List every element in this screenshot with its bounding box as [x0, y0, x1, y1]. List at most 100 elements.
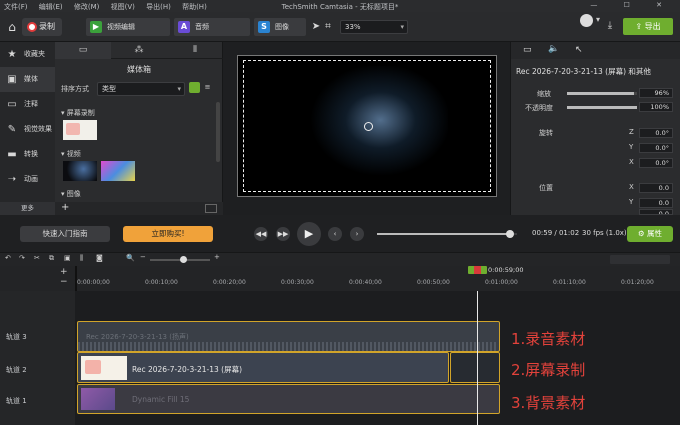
nav-visual-effects[interactable]: ✎ 视觉效果: [0, 117, 55, 142]
visual-props-icon[interactable]: ▭: [523, 45, 532, 55]
opacity-slider[interactable]: [567, 106, 637, 109]
audio-props-icon[interactable]: 🔈: [548, 44, 559, 54]
center-handle-icon[interactable]: [364, 122, 373, 131]
add-media-icon[interactable]: +: [61, 202, 69, 213]
previous-icon[interactable]: ‹: [328, 227, 342, 241]
nav-label: 收藏夹: [24, 50, 45, 58]
thumb-art: [85, 360, 101, 374]
pointer-tool-icon[interactable]: ➤: [310, 21, 322, 33]
preview-canvas: [223, 42, 510, 215]
screen-clip[interactable]: Rec 2026-7-20-3-21-13 (屏幕): [77, 352, 449, 383]
tick-label: 0:00:40;00: [349, 279, 382, 286]
copy-icon[interactable]: ⧉: [49, 254, 54, 263]
quick-start-guide-button[interactable]: 快速入门指南: [20, 226, 110, 242]
audio-clip[interactable]: Rec 2026-7-20-3-21-13 (扬声): [77, 321, 500, 352]
play-button[interactable]: ▶: [297, 222, 321, 246]
track-1-header[interactable]: 轨道 1: [0, 384, 75, 415]
section-image[interactable]: ▾ 图像: [61, 189, 81, 199]
cursor-props-icon[interactable]: ↖: [575, 45, 583, 55]
window-controls[interactable]: — ☐ ✕: [590, 1, 674, 9]
timeline-ruler[interactable]: + − 0:00:00;00 0:00:10;00 0:00:20;00 0:0…: [0, 266, 680, 291]
timeline-zoom-handle[interactable]: [180, 256, 187, 263]
list-view-icon[interactable]: ≡: [202, 82, 213, 93]
nav-label: 视觉效果: [24, 125, 52, 133]
bin-title: 媒体箱: [127, 65, 151, 74]
track-label: 轨道 3: [6, 333, 27, 341]
nav-annotations[interactable]: ▭ 注释: [0, 92, 55, 117]
home-icon[interactable]: ⌂: [5, 20, 19, 34]
nav-media[interactable]: ▣ 媒体: [0, 67, 55, 92]
export-button[interactable]: ⇪ 导出: [623, 18, 673, 35]
nav-favorites[interactable]: ★ 收藏夹: [0, 42, 55, 67]
camera-icon[interactable]: ◙: [96, 254, 103, 262]
grid-size-icon[interactable]: [205, 204, 217, 213]
crop-tool-icon[interactable]: ⌗: [322, 21, 334, 33]
tab-audio[interactable]: A 音频: [174, 18, 250, 36]
rotation-x-value[interactable]: 0.0°: [639, 158, 673, 168]
position-x-value[interactable]: 0.0: [639, 183, 673, 193]
step-back-icon[interactable]: ◀◀: [254, 227, 268, 241]
tab-video-edit[interactable]: ▶ 视频编辑: [86, 18, 170, 36]
paste-icon[interactable]: ▣: [64, 254, 71, 262]
rotation-z-value[interactable]: 0.0°: [639, 128, 673, 138]
split-icon[interactable]: ⫼: [80, 254, 83, 263]
track-label: 轨道 1: [6, 397, 27, 405]
more-button[interactable]: 更多: [0, 202, 55, 215]
chevron-down-icon[interactable]: ▾: [596, 15, 600, 24]
section-video[interactable]: ▾ 视频: [61, 149, 81, 159]
scale-value[interactable]: 96%: [639, 88, 673, 98]
properties-button[interactable]: ⚙ 属性: [627, 226, 673, 242]
undo-icon[interactable]: ↶: [5, 254, 11, 262]
grid-view-icon[interactable]: [189, 82, 200, 93]
zoom-select[interactable]: 33%: [340, 20, 408, 34]
tick-label: 0:00:50;00: [417, 279, 450, 286]
scale-slider[interactable]: [567, 92, 637, 95]
track-2-header[interactable]: 轨道 2: [0, 353, 75, 384]
fps-display[interactable]: 30 fps (1.0x): [582, 229, 627, 237]
track-3-header[interactable]: 轨道 3: [0, 320, 75, 353]
sort-select[interactable]: 类型: [97, 82, 185, 96]
next-icon[interactable]: ›: [350, 227, 364, 241]
cut-icon[interactable]: ✂: [34, 254, 40, 262]
bin-scrollbar[interactable]: [216, 102, 220, 162]
media-thumb-gradient[interactable]: [101, 161, 135, 181]
avatar[interactable]: [580, 14, 593, 27]
record-button[interactable]: 录制: [22, 18, 62, 36]
tab-media-bin[interactable]: ▭: [55, 42, 111, 59]
step-forward-icon[interactable]: ▶▶: [276, 227, 290, 241]
playhead-time: 0:00:59;00: [488, 266, 524, 274]
tab-library[interactable]: ⫴: [167, 42, 223, 59]
redo-icon[interactable]: ↷: [19, 254, 25, 262]
nav-animations[interactable]: ➝ 动画: [0, 167, 55, 192]
rotation-y-value[interactable]: 0.0°: [639, 143, 673, 153]
remove-track-icon[interactable]: −: [60, 277, 68, 287]
zoom-plus-icon[interactable]: +: [214, 253, 220, 261]
screen-clip-tail[interactable]: [450, 352, 500, 383]
media-thumb-screen[interactable]: [63, 120, 97, 140]
zoom-out-icon[interactable]: 🔍: [126, 254, 135, 262]
timeline-zoom-slider[interactable]: [150, 256, 210, 263]
timeline-search[interactable]: [610, 255, 670, 264]
tab-image[interactable]: S 图像: [254, 18, 306, 36]
position-y-value[interactable]: 0.0: [639, 198, 673, 208]
zoom-minus-icon[interactable]: −: [140, 253, 146, 261]
media-thumb-video[interactable]: [63, 161, 97, 181]
tick-label: 0:01:10;00: [553, 279, 586, 286]
section-screen-recording[interactable]: ▾ 屏幕录制: [61, 108, 95, 118]
tab-shared[interactable]: ⁂: [111, 42, 167, 59]
nav-transitions[interactable]: ▬ 转换: [0, 142, 55, 167]
clip-title: Rec 2026-7-20-3-21-13 (屏幕) 和其他: [516, 67, 651, 76]
transition-icon: ▬: [7, 149, 17, 160]
buy-now-button[interactable]: 立即购买!: [123, 226, 213, 242]
opacity-value[interactable]: 100%: [639, 102, 673, 112]
tick-label: 0:01:20;00: [621, 279, 654, 286]
add-track-icon[interactable]: +: [60, 267, 68, 277]
props-tabs: ▭ 🔈 ↖: [511, 42, 680, 59]
background-clip[interactable]: Dynamic Fill 15: [77, 384, 500, 414]
playback-bar: 快速入门指南 立即购买! ◀◀ ▶▶ ▶ ‹ › 00:59 / 01:02 3…: [0, 215, 680, 252]
video-frame[interactable]: [237, 55, 497, 197]
scrub-handle[interactable]: [506, 230, 514, 238]
download-icon[interactable]: ⤓: [604, 20, 616, 32]
scrub-bar[interactable]: [377, 230, 517, 238]
playhead-red-marker[interactable]: [474, 266, 481, 274]
